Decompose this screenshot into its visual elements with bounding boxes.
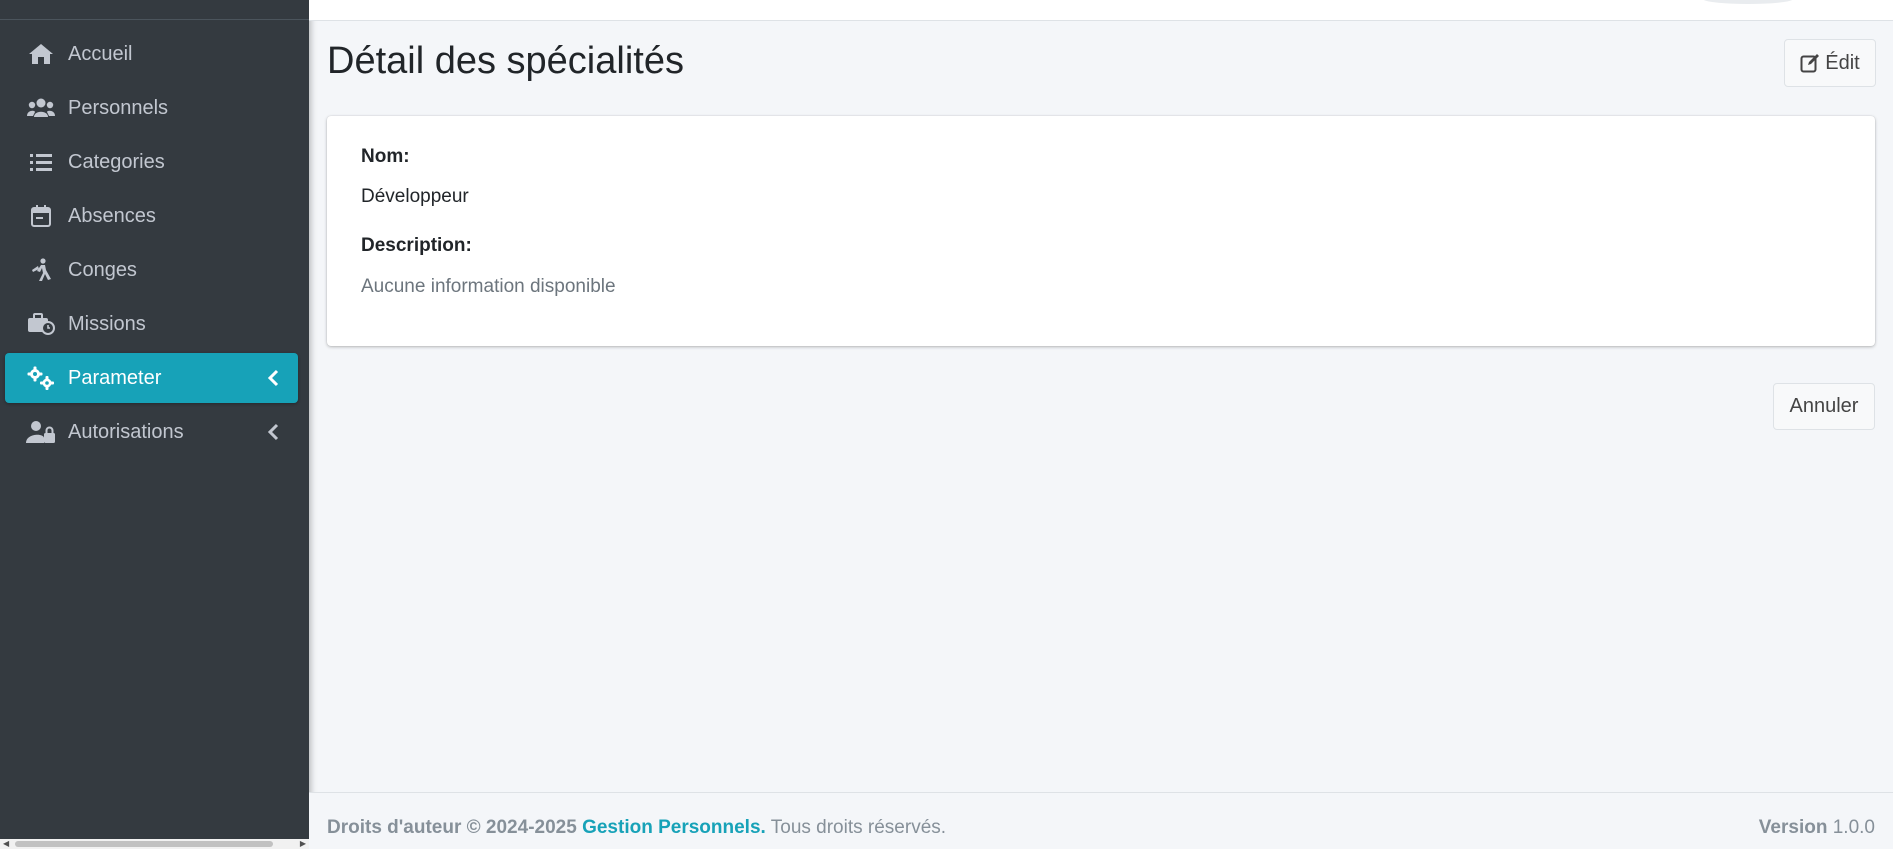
- description-label: Description:: [361, 235, 472, 256]
- top-navbar: [309, 0, 1893, 21]
- description-value: Aucune information disponible: [361, 276, 616, 297]
- sidebar-item-conges[interactable]: Conges: [5, 245, 298, 295]
- version-label: Version: [1758, 817, 1828, 838]
- sidebar-item-missions[interactable]: Missions: [5, 299, 298, 349]
- sidebar-item-label: Personnels: [68, 96, 169, 119]
- edit-button-label: Édit: [1825, 51, 1860, 74]
- page-title: Détail des spécialités: [327, 40, 684, 82]
- sidebar-item-personnels[interactable]: Personnels: [5, 83, 298, 133]
- sidebar-item-label: Accueil: [68, 42, 133, 65]
- sidebar-divider: [0, 19, 309, 20]
- list-icon: [26, 149, 56, 175]
- copyright-text: Droits d'auteur © 2024-2025: [327, 817, 577, 838]
- user-avatar[interactable]: [1703, 0, 1793, 4]
- rights-text: Tous droits réservés.: [770, 817, 947, 838]
- scroll-left-arrow-icon[interactable]: ◀: [3, 839, 9, 849]
- users-icon: [26, 95, 56, 121]
- scrollbar-thumb[interactable]: [15, 841, 273, 847]
- sidebar-item-autorisations[interactable]: Autorisations: [5, 407, 298, 457]
- version-value: 1.0.0: [1832, 817, 1875, 838]
- walking-icon: [26, 257, 56, 283]
- sidebar-item-label: Missions: [68, 312, 146, 335]
- sidebar-item-categories[interactable]: Categories: [5, 137, 298, 187]
- name-value: Développeur: [361, 186, 469, 207]
- sidebar-horizontal-scrollbar[interactable]: ◀ ▶: [0, 839, 309, 849]
- cancel-button[interactable]: Annuler: [1773, 383, 1875, 430]
- footer: Droits d'auteur © 2024-2025 Gestion Pers…: [309, 792, 1893, 849]
- sidebar-item-label: Categories: [68, 150, 165, 173]
- cogs-icon: [26, 365, 56, 391]
- user-lock-icon: [26, 419, 56, 445]
- briefcase-clock-icon: [26, 311, 56, 337]
- edit-icon: [1800, 53, 1820, 73]
- calendar-icon: [26, 203, 56, 229]
- sidebar-nav: Accueil Personnels Categories Absences C…: [5, 29, 298, 461]
- sidebar-item-label: Autorisations: [68, 420, 184, 443]
- footer-version: Version 1.0.0: [1759, 817, 1875, 839]
- scroll-right-arrow-icon[interactable]: ▶: [300, 839, 306, 849]
- sidebar: Accueil Personnels Categories Absences C…: [0, 0, 309, 849]
- sidebar-item-label: Parameter: [68, 366, 162, 389]
- sidebar-item-parameter[interactable]: Parameter: [5, 353, 298, 403]
- home-icon: [26, 41, 56, 67]
- detail-card: Nom: Développeur Description: Aucune inf…: [327, 116, 1875, 346]
- footer-copyright: Droits d'auteur © 2024-2025 Gestion Pers…: [327, 817, 946, 839]
- chevron-left-icon: [266, 422, 280, 442]
- sidebar-item-accueil[interactable]: Accueil: [5, 29, 298, 79]
- sidebar-item-label: Absences: [68, 204, 156, 227]
- sidebar-item-absences[interactable]: Absences: [5, 191, 298, 241]
- chevron-left-icon: [266, 368, 280, 388]
- sidebar-item-label: Conges: [68, 258, 137, 281]
- name-label: Nom:: [361, 146, 410, 167]
- brand-link[interactable]: Gestion Personnels.: [582, 817, 766, 838]
- edit-button[interactable]: Édit: [1784, 39, 1876, 87]
